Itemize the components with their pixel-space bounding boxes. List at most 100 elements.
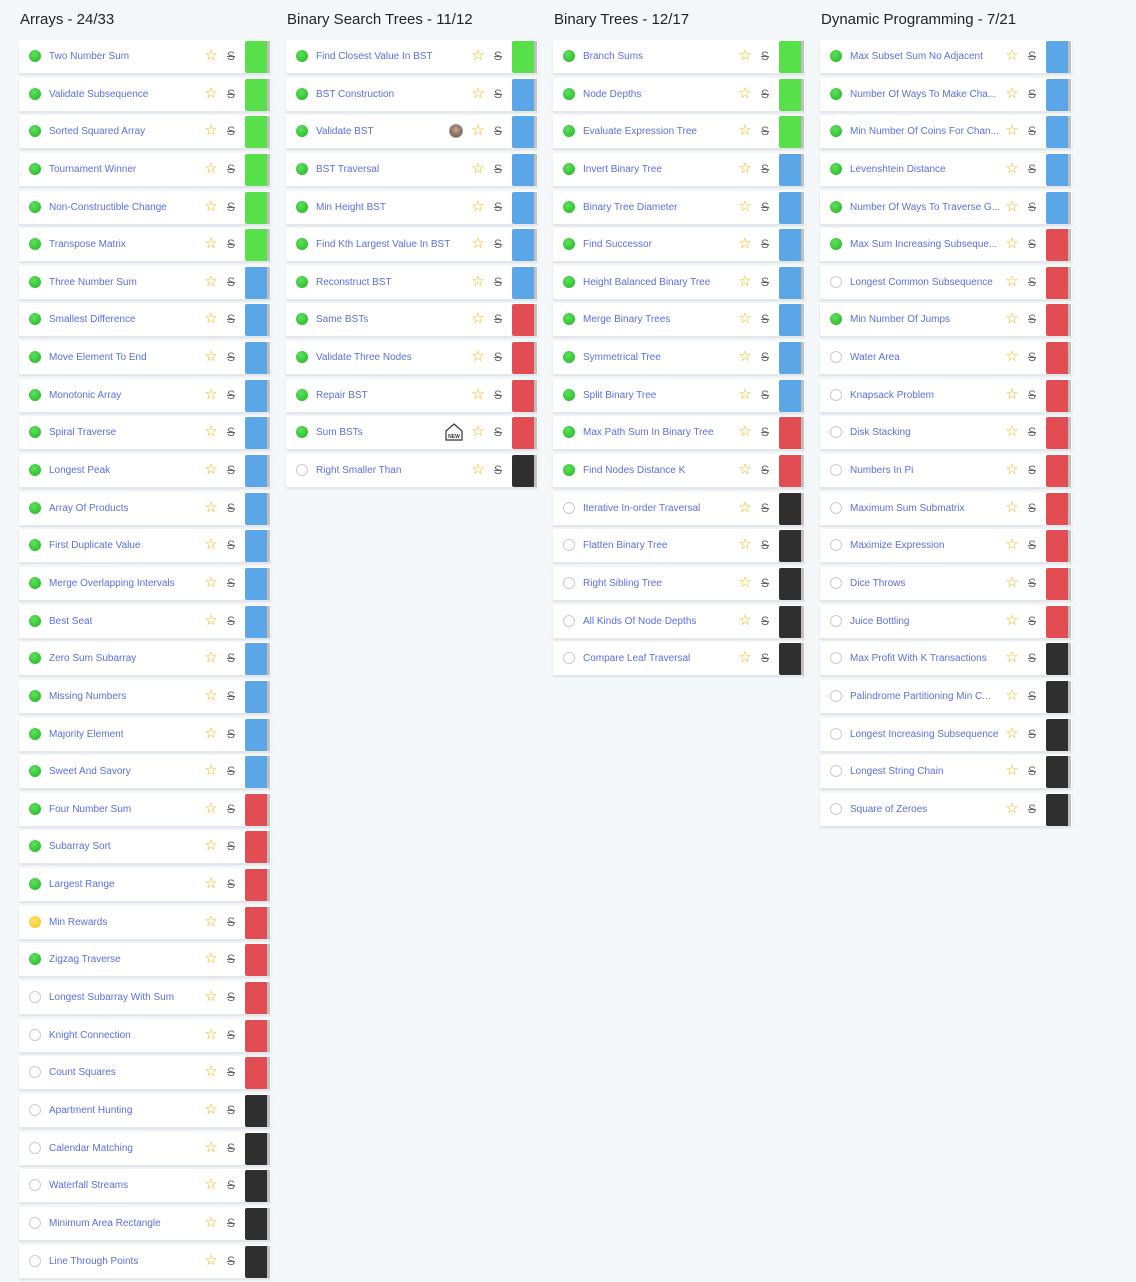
problem-row[interactable]: Two Number Sum ☆ S (19, 40, 271, 74)
problem-link[interactable]: Zigzag Traverse (49, 943, 121, 976)
strikethrough-icon[interactable]: S (491, 386, 505, 404)
problem-row[interactable]: Missing Numbers ☆ S (19, 679, 271, 714)
problem-link[interactable]: Longest Common Subsequence (850, 266, 993, 299)
problem-link[interactable]: Repair BST (316, 379, 368, 412)
star-icon[interactable]: ☆ (469, 422, 487, 442)
problem-link[interactable]: Juice Bottling (850, 605, 909, 638)
problem-row[interactable]: Count Squares ☆ S (19, 1056, 271, 1091)
problem-row[interactable]: Min Number Of Coins For Chan... ☆ S (820, 115, 1072, 150)
problem-link[interactable]: Maximize Expression (850, 529, 944, 562)
problem-row[interactable]: Zero Sum Subarray ☆ S (19, 642, 271, 677)
problem-link[interactable]: Tournament Winner (49, 153, 136, 186)
star-icon[interactable]: ☆ (202, 272, 220, 292)
problem-link[interactable]: Move Element To End (49, 341, 147, 374)
problem-link[interactable]: Largest Range (49, 868, 115, 901)
star-icon[interactable]: ☆ (1003, 422, 1021, 442)
problem-row[interactable]: Flatten Binary Tree ☆ S (553, 529, 805, 564)
strikethrough-icon[interactable]: S (1025, 348, 1039, 366)
problem-link[interactable]: Line Through Points (49, 1245, 138, 1278)
problem-row[interactable]: Number Of Ways To Traverse G... ☆ S (820, 190, 1072, 225)
star-icon[interactable]: ☆ (1003, 498, 1021, 518)
strikethrough-icon[interactable]: S (1025, 310, 1039, 328)
problem-row[interactable]: Non-Constructible Change ☆ S (19, 190, 271, 225)
problem-link[interactable]: Knapsack Problem (850, 379, 934, 412)
strikethrough-icon[interactable]: S (1025, 235, 1039, 253)
problem-link[interactable]: Four Number Sum (49, 793, 131, 826)
problem-link[interactable]: Calendar Matching (49, 1132, 133, 1165)
problem-link[interactable]: Minimum Area Rectangle (49, 1207, 161, 1240)
star-icon[interactable]: ☆ (469, 460, 487, 480)
strikethrough-icon[interactable]: S (758, 386, 772, 404)
star-icon[interactable]: ☆ (1003, 197, 1021, 217)
star-icon[interactable]: ☆ (202, 799, 220, 819)
star-icon[interactable]: ☆ (202, 385, 220, 405)
strikethrough-icon[interactable]: S (224, 875, 238, 893)
star-icon[interactable]: ☆ (1003, 234, 1021, 254)
strikethrough-icon[interactable]: S (1025, 122, 1039, 140)
problem-link[interactable]: Binary Tree Diameter (583, 191, 677, 224)
star-icon[interactable]: ☆ (736, 159, 754, 179)
star-icon[interactable]: ☆ (202, 1062, 220, 1082)
problem-row[interactable]: Branch Sums ☆ S (553, 40, 805, 74)
problem-link[interactable]: Count Squares (49, 1056, 116, 1089)
problem-row[interactable]: Four Number Sum ☆ S (19, 792, 271, 827)
strikethrough-icon[interactable]: S (224, 47, 238, 65)
strikethrough-icon[interactable]: S (224, 122, 238, 140)
problem-row[interactable]: Move Element To End ☆ S (19, 341, 271, 376)
problem-link[interactable]: Array Of Products (49, 492, 128, 525)
problem-link[interactable]: Knight Connection (49, 1019, 131, 1052)
strikethrough-icon[interactable]: S (1025, 687, 1039, 705)
problem-row[interactable]: BST Traversal ☆ S (286, 152, 538, 187)
strikethrough-icon[interactable]: S (758, 198, 772, 216)
problem-row[interactable]: Zigzag Traverse ☆ S (19, 943, 271, 978)
star-icon[interactable]: ☆ (469, 121, 487, 141)
problem-link[interactable]: Disk Stacking (850, 416, 911, 449)
strikethrough-icon[interactable]: S (224, 913, 238, 931)
star-icon[interactable]: ☆ (202, 234, 220, 254)
star-icon[interactable]: ☆ (202, 460, 220, 480)
strikethrough-icon[interactable]: S (1025, 499, 1039, 517)
strikethrough-icon[interactable]: S (1025, 725, 1039, 743)
strikethrough-icon[interactable]: S (491, 235, 505, 253)
problem-row[interactable]: Calendar Matching ☆ S (19, 1131, 271, 1166)
strikethrough-icon[interactable]: S (1025, 762, 1039, 780)
problem-link[interactable]: Apartment Hunting (49, 1094, 132, 1127)
problem-link[interactable]: Number Of Ways To Traverse G... (850, 191, 1000, 224)
strikethrough-icon[interactable]: S (758, 649, 772, 667)
problem-row[interactable]: Array Of Products ☆ S (19, 491, 271, 526)
star-icon[interactable]: ☆ (202, 724, 220, 744)
star-icon[interactable]: ☆ (1003, 121, 1021, 141)
star-icon[interactable]: ☆ (1003, 309, 1021, 329)
strikethrough-icon[interactable]: S (758, 235, 772, 253)
star-icon[interactable]: ☆ (1003, 46, 1021, 66)
problem-row[interactable]: Square of Zeroes ☆ S (820, 792, 1072, 827)
problem-row[interactable]: Height Balanced Binary Tree ☆ S (553, 265, 805, 300)
problem-row[interactable]: BST Construction ☆ S (286, 77, 538, 112)
problem-link[interactable]: Merge Overlapping Intervals (49, 567, 175, 600)
problem-link[interactable]: Square of Zeroes (850, 793, 927, 826)
problem-row[interactable]: Monotonic Array ☆ S (19, 378, 271, 413)
problem-link[interactable]: Compare Leaf Traversal (583, 642, 690, 675)
problem-link[interactable]: Max Subset Sum No Adjacent (850, 40, 983, 73)
problem-link[interactable]: Validate Subsequence (49, 78, 148, 111)
problem-row[interactable]: Max Path Sum In Binary Tree ☆ S (553, 416, 805, 451)
problem-row[interactable]: Knight Connection ☆ S (19, 1018, 271, 1053)
problem-row[interactable]: Same BSTs ☆ S (286, 303, 538, 338)
strikethrough-icon[interactable]: S (224, 198, 238, 216)
star-icon[interactable]: ☆ (736, 648, 754, 668)
star-icon[interactable]: ☆ (1003, 159, 1021, 179)
star-icon[interactable]: ☆ (202, 836, 220, 856)
strikethrough-icon[interactable]: S (758, 85, 772, 103)
star-icon[interactable]: ☆ (736, 535, 754, 555)
strikethrough-icon[interactable]: S (224, 1026, 238, 1044)
star-icon[interactable]: ☆ (736, 84, 754, 104)
problem-link[interactable]: Sorted Squared Array (49, 115, 145, 148)
strikethrough-icon[interactable]: S (758, 310, 772, 328)
star-icon[interactable]: ☆ (469, 385, 487, 405)
strikethrough-icon[interactable]: S (224, 1214, 238, 1232)
problem-row[interactable]: Merge Overlapping Intervals ☆ S (19, 566, 271, 601)
problem-link[interactable]: Symmetrical Tree (583, 341, 661, 374)
strikethrough-icon[interactable]: S (224, 536, 238, 554)
strikethrough-icon[interactable]: S (491, 85, 505, 103)
problem-row[interactable]: Smallest Difference ☆ S (19, 303, 271, 338)
